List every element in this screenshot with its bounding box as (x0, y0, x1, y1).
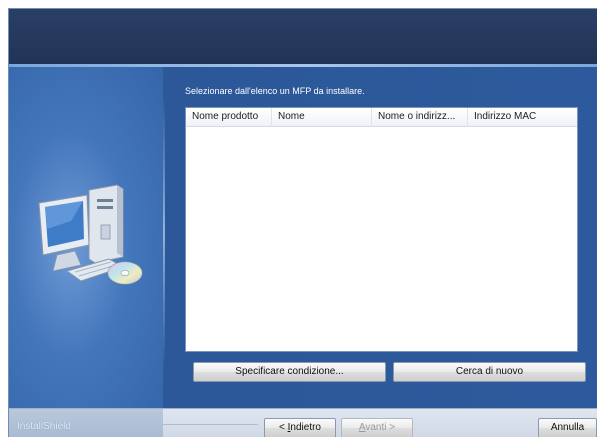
footer-brand-area: InstallShield (9, 409, 163, 437)
next-button[interactable]: Avanti > (341, 418, 413, 437)
list-header: Nome prodotto Nome Nome o indirizz... In… (186, 108, 577, 127)
back-button[interactable]: < Indietro (264, 418, 336, 437)
search-again-button[interactable]: Cerca di nuovo (393, 362, 586, 382)
mfp-list[interactable]: Nome prodotto Nome Nome o indirizz... In… (185, 107, 578, 352)
next-button-label: vanti > (365, 422, 396, 433)
specify-condition-button[interactable]: Specificare condizione... (193, 362, 386, 382)
panel-divider (163, 97, 165, 367)
column-header-name[interactable]: Nome (272, 108, 372, 127)
column-header-product-name[interactable]: Nome prodotto (186, 108, 272, 127)
cancel-button[interactable]: Annulla (538, 418, 597, 437)
computer-cd-icon (38, 184, 143, 285)
left-panel (9, 67, 163, 408)
installshield-brand: InstallShield (17, 421, 71, 432)
back-button-label: ndietro (290, 422, 321, 433)
back-button-prefix: < (279, 422, 288, 433)
list-body[interactable] (186, 127, 577, 351)
header-band (9, 9, 597, 64)
column-header-name-or-address[interactable]: Nome o indirizz... (372, 108, 468, 127)
column-header-mac-address[interactable]: Indirizzo MAC (468, 108, 577, 127)
footer-rule (163, 424, 258, 425)
instruction-text: Selezionare dall'elenco un MFP da instal… (185, 86, 365, 96)
